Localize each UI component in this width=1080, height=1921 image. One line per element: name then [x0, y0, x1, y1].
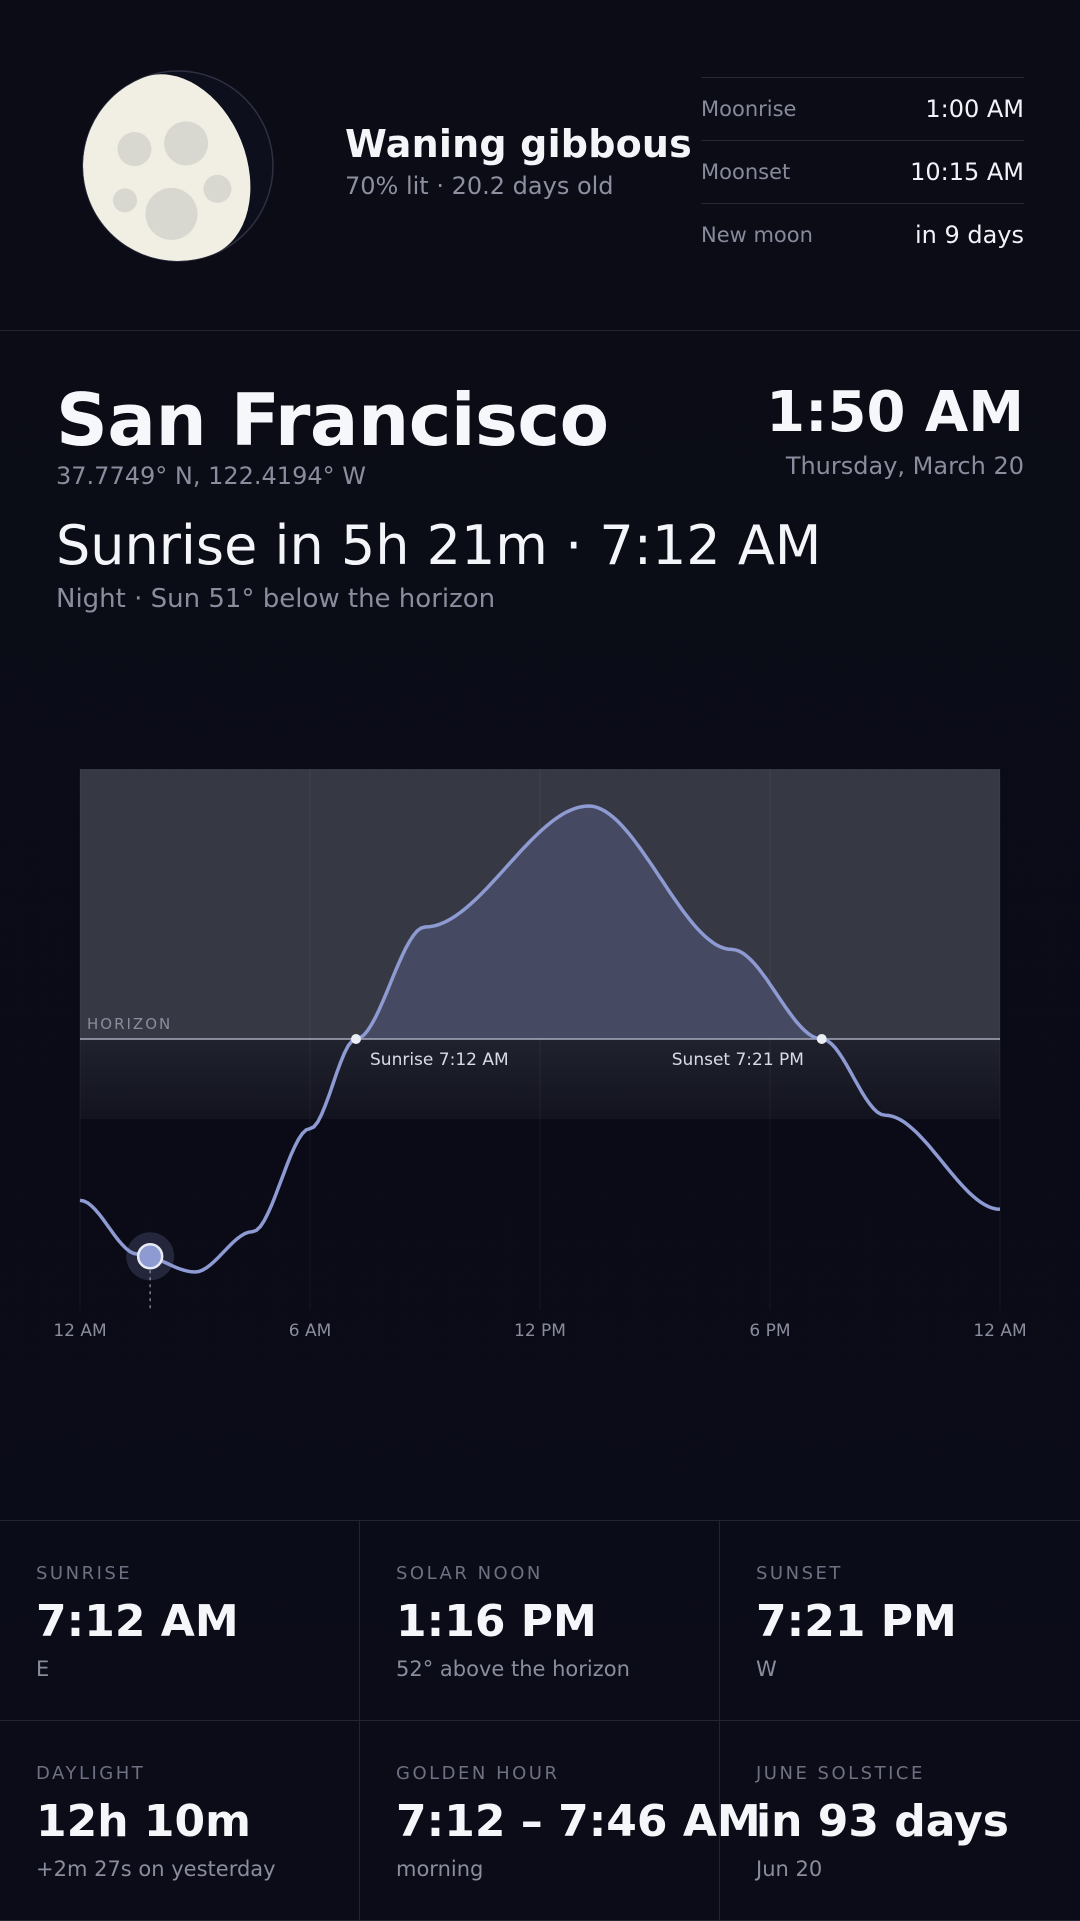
x-tick-label: 12 PM [514, 1321, 566, 1341]
x-tick-label: 6 PM [749, 1321, 790, 1341]
x-tick-label: 12 AM [53, 1321, 106, 1341]
stat-value: 7:21 PM [756, 1596, 957, 1647]
stat-value: 1:16 PM [396, 1596, 597, 1647]
stat-value: 7:12 AM [36, 1596, 239, 1647]
sunset-marker [816, 1034, 827, 1044]
moon-illumination: 70% lit · 20.2 days old [345, 172, 614, 200]
stat-june-solstice: JUNE SOLSTICE in 93 days Jun 20 [720, 1721, 1080, 1921]
stat-value: 12h 10m [36, 1796, 251, 1847]
x-tick-label: 12 AM [973, 1321, 1026, 1341]
stat-label: DAYLIGHT [36, 1763, 146, 1784]
sunrise-marker-label: Sunrise 7:12 AM [370, 1050, 509, 1070]
stat-note: Jun 20 [756, 1857, 823, 1881]
moonset-value: 10:15 AM [910, 158, 1024, 186]
moonset-row: Moonset 10:15 AM [701, 141, 1024, 204]
moon-panel: Waning gibbous 70% lit · 20.2 days old M… [0, 0, 1080, 331]
moon-times-table: Moonrise 1:00 AM Moonset 10:15 AM New mo… [701, 77, 1024, 266]
stat-daylight: DAYLIGHT 12h 10m +2m 27s on yesterday [0, 1721, 360, 1921]
new-moon-row: New moon in 9 days [701, 204, 1024, 266]
moonrise-label: Moonrise [701, 97, 797, 121]
stat-note: W [756, 1657, 777, 1681]
sun-path-chart: HORIZON Sunrise 7:12 AM Sunset 7:21 PM 1… [0, 740, 1080, 1360]
sun-status: Night · Sun 51° below the horizon [56, 584, 496, 614]
stat-label: SUNSET [756, 1563, 843, 1584]
local-time: 1:50 AM [766, 380, 1024, 445]
current-sun-position [136, 1243, 164, 1270]
stat-note: +2m 27s on yesterday [36, 1857, 276, 1881]
moonrise-row: Moonrise 1:00 AM [701, 78, 1024, 141]
stat-golden-hour: GOLDEN HOUR 7:12 – 7:46 AM morning [360, 1721, 761, 1921]
stat-sunset: SUNSET 7:21 PM W [720, 1521, 1080, 1721]
stat-note: E [36, 1657, 50, 1681]
moonset-label: Moonset [701, 160, 791, 184]
sunset-marker-label: Sunset 7:21 PM [672, 1050, 804, 1070]
stat-note: 52° above the horizon [396, 1657, 630, 1681]
stat-sunrise: SUNRISE 7:12 AM E [0, 1521, 360, 1721]
new-moon-value: in 9 days [914, 221, 1024, 249]
sun-stats-grid: SUNRISE 7:12 AM E SOLAR NOON 1:16 PM 52°… [0, 1520, 1080, 1921]
x-axis-ticks: 12 AM 6 AM 12 PM 6 PM 12 AM [53, 1321, 1026, 1341]
sun-path-svg: HORIZON Sunrise 7:12 AM Sunset 7:21 PM 1… [53, 769, 1027, 1341]
new-moon-label: New moon [701, 223, 813, 247]
x-tick-label: 6 AM [289, 1321, 332, 1341]
stat-label: SUNRISE [36, 1563, 133, 1584]
sunrise-marker [351, 1034, 361, 1044]
stat-value: 7:12 – 7:46 AM [396, 1796, 761, 1847]
stat-label: SOLAR NOON [396, 1563, 543, 1584]
moon-phase-icon [82, 70, 274, 262]
stat-solar-noon: SOLAR NOON 1:16 PM 52° above the horizon [360, 1521, 720, 1721]
sunrise-countdown: Sunrise in 5h 21m · 7:12 AM [56, 514, 822, 577]
stat-label: GOLDEN HOUR [396, 1763, 560, 1784]
city-name: San Francisco [56, 378, 609, 462]
moonrise-value: 1:00 AM [925, 95, 1024, 123]
moon-phase-name: Waning gibbous [345, 122, 692, 166]
horizon-label: HORIZON [87, 1015, 172, 1033]
local-date: Thursday, March 20 [785, 452, 1024, 480]
stat-value: in 93 days [756, 1796, 1009, 1847]
coordinates: 37.7749° N, 122.4194° W [56, 462, 366, 490]
stat-label: JUNE SOLSTICE [756, 1763, 925, 1784]
stat-note: morning [396, 1857, 484, 1881]
